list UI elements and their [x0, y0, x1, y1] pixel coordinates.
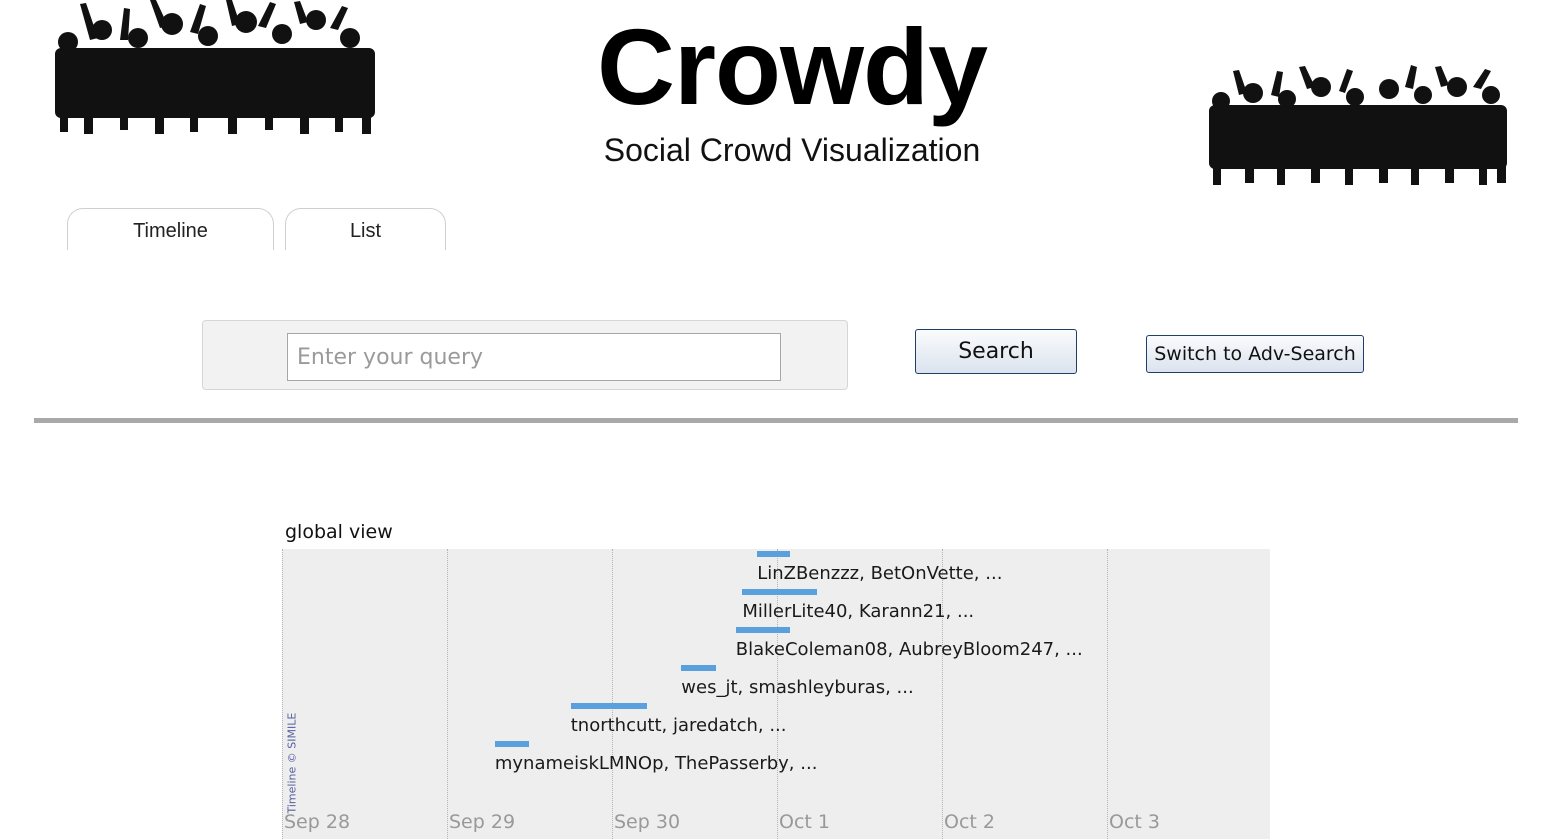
tab-timeline[interactable]: Timeline [67, 208, 274, 250]
tab-list[interactable]: List [285, 208, 446, 250]
timeline-date-label: Oct 2 [944, 811, 995, 833]
timeline-event-bar[interactable] [742, 589, 817, 595]
timeline-gridline [282, 549, 283, 839]
app-subtitle: Social Crowd Visualization [603, 132, 981, 168]
timeline-band[interactable]: Timeline © SIMILE Sep 28 Sep 29 Sep 30 Oct … [282, 549, 1270, 839]
timeline-date-label: Sep 29 [449, 811, 516, 833]
search-button[interactable]: Search [915, 329, 1077, 374]
timeline-event-label[interactable]: MillerLite40, Karann21, ... [742, 601, 974, 623]
timeline-event-label[interactable]: tnorthcutt, jaredatch, ... [571, 715, 787, 737]
timeline-gridline [612, 549, 613, 839]
timeline-gridline [942, 549, 943, 839]
timeline-event-bar[interactable] [735, 627, 791, 633]
timeline-date-label: Sep 30 [614, 811, 681, 833]
timeline-date-label: Oct 3 [1109, 811, 1160, 833]
switch-adv-search-button[interactable]: Switch to Adv-Search [1146, 335, 1364, 373]
timeline-event-label[interactable]: LinZBenzzz, BetOnVette, ... [757, 563, 1002, 585]
crowd-silhouette-right [1209, 65, 1507, 185]
timeline-gridline [447, 549, 448, 839]
timeline-event-bar[interactable] [681, 665, 716, 671]
timeline-date-label: Oct 1 [779, 811, 830, 833]
timeline-credit: Timeline © SIMILE [285, 712, 299, 814]
timeline-event-bar[interactable] [757, 551, 791, 557]
timeline-date-label: Sep 28 [284, 811, 351, 833]
divider [34, 418, 1518, 423]
app-title: Crowdy [596, 6, 988, 127]
search-input[interactable] [287, 333, 781, 381]
search-panel [202, 320, 848, 390]
timeline-event-bar[interactable] [494, 741, 530, 747]
timeline-event-label[interactable]: mynameiskLMNOp, ThePasserby, ... [495, 753, 818, 775]
timeline-event-bar[interactable] [570, 703, 647, 709]
crowd-silhouette-left [55, 0, 375, 134]
timeline-event-label[interactable]: wes_jt, smashleyburas, ... [681, 677, 913, 699]
timeline-title: global view [285, 521, 393, 543]
timeline-gridline [1107, 549, 1108, 839]
timeline-event-label[interactable]: BlakeColeman08, AubreyBloom247, ... [736, 639, 1083, 661]
